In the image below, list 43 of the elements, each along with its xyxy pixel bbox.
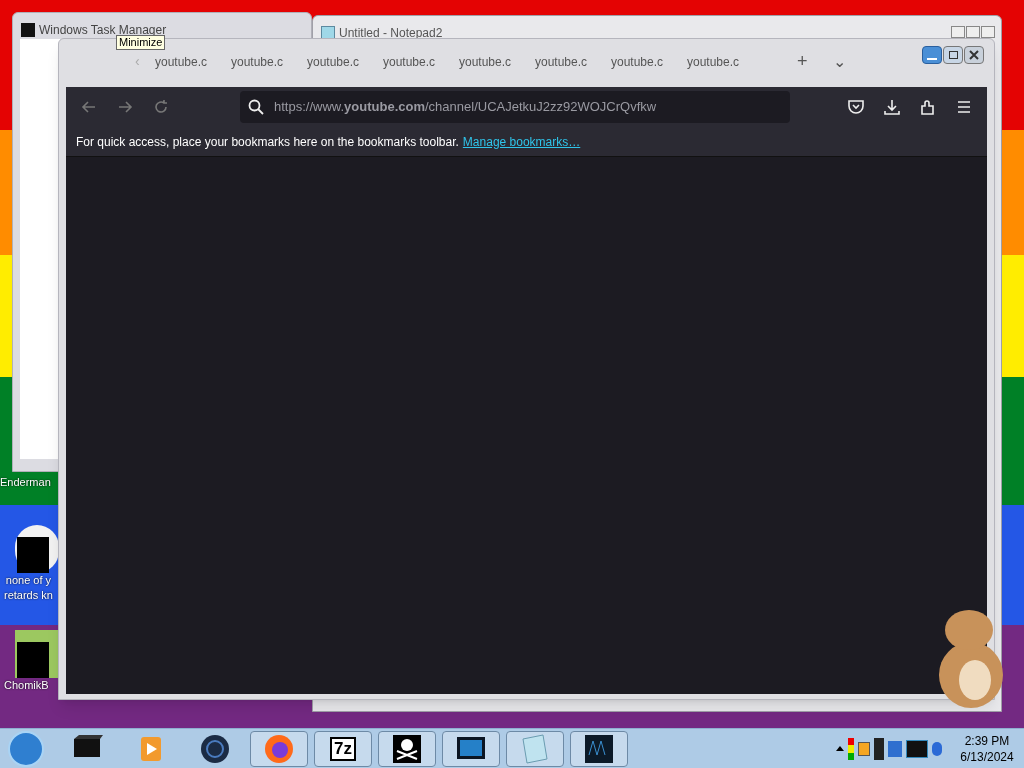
minimize-button[interactable]: [951, 26, 965, 38]
clock-date[interactable]: 6/13/2024: [960, 748, 1014, 765]
icon-label[interactable]: Enderman: [0, 475, 51, 490]
tab-list-button[interactable]: ⌄: [833, 49, 846, 74]
taskbar-button[interactable]: 7z: [314, 730, 372, 767]
pocket-icon[interactable]: [847, 98, 865, 116]
download-icon[interactable]: [883, 98, 901, 116]
close-icon: [969, 50, 979, 60]
menu-icon[interactable]: [955, 98, 973, 116]
tooltip: Minimize: [116, 35, 166, 50]
browser-tab[interactable]: youtube.c: [231, 52, 307, 71]
tray-icon[interactable]: [906, 739, 928, 758]
url-text: https://www.youtube.com/channel/UCAJetkuJ2zz92WOJCrQvfkw: [274, 98, 657, 117]
manage-bookmarks-link[interactable]: Manage bookmarks…: [462, 132, 581, 151]
browser-tab[interactable]: youtube.c: [535, 52, 611, 71]
browser-tab[interactable]: youtube.c: [307, 52, 383, 71]
taskbar-button[interactable]: [570, 730, 628, 767]
browser-tab[interactable]: youtube.c: [383, 52, 459, 71]
browser-tab[interactable]: youtube.c: [611, 52, 687, 71]
app-icon: [21, 23, 35, 37]
browser-tab[interactable]: youtube.c: [687, 52, 763, 71]
reload-icon[interactable]: [152, 98, 170, 116]
start-button[interactable]: [8, 730, 44, 767]
extensions-icon[interactable]: [919, 98, 937, 116]
desktop-icon[interactable]: [15, 630, 59, 678]
window-title: Untitled - Notepad2: [339, 25, 443, 42]
bookmarks-message: For quick access, place your bookmarks here on the bookmarks toolbar.: [76, 133, 459, 151]
browser-tab[interactable]: youtube.c: [459, 52, 535, 71]
minimize-button[interactable]: [922, 46, 942, 64]
clock-time[interactable]: 2:39 PM: [964, 732, 1010, 749]
close-button[interactable]: [964, 46, 984, 64]
search-icon: [248, 99, 264, 115]
taskbar-button[interactable]: [442, 730, 500, 767]
new-tab-button[interactable]: +: [797, 48, 827, 75]
icon-label[interactable]: none of y retards kn: [4, 573, 53, 603]
browser-tab[interactable]: youtube.c: [155, 52, 231, 71]
tray-icon[interactable]: [874, 737, 884, 760]
restore-button[interactable]: [943, 46, 963, 64]
window-title: Windows Task Manager: [39, 22, 167, 38]
url-field[interactable]: https://www.youtube.com/channel/UCAJetkuJ2zz92WOJCrQvfkw: [240, 91, 790, 123]
icon-label[interactable]: ChomikB: [4, 678, 49, 693]
maximize-button[interactable]: [966, 26, 980, 38]
taskbar-button[interactable]: [378, 730, 436, 767]
